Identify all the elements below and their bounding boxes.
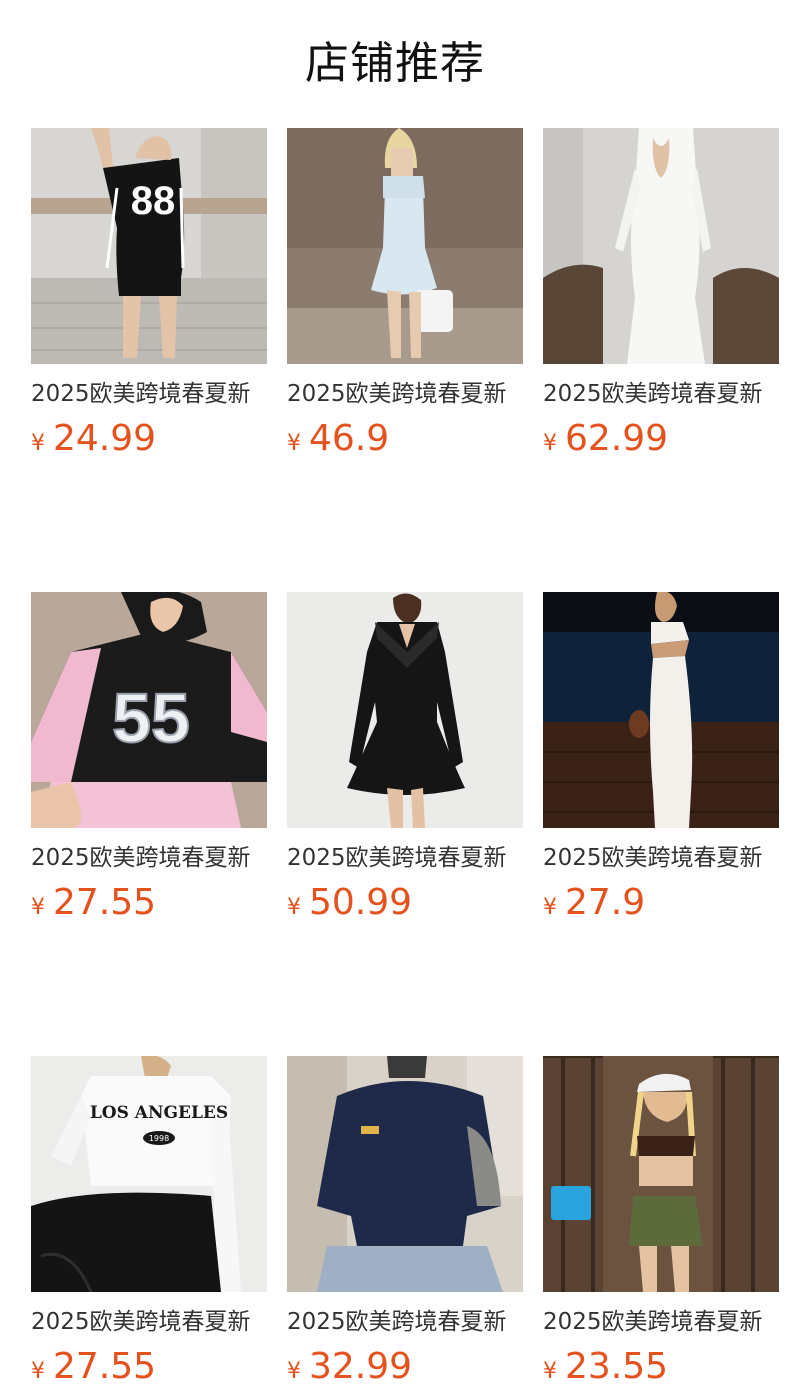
product-title[interactable]: 2025欧美跨境春夏新 xyxy=(287,842,523,874)
currency-symbol: ¥ xyxy=(287,431,301,456)
currency-symbol: ¥ xyxy=(543,431,557,456)
product-image[interactable]: LOS ANGELES 1998 xyxy=(31,1056,267,1292)
jersey-number-text: 88 xyxy=(131,179,176,223)
product-title[interactable]: 2025欧美跨境春夏新 xyxy=(31,842,267,874)
currency-symbol: ¥ xyxy=(543,1359,557,1384)
price-value: 32.99 xyxy=(309,1346,413,1387)
product-title[interactable]: 2025欧美跨境春夏新 xyxy=(287,378,523,410)
product-price: ¥27.9 xyxy=(543,882,779,924)
product-image[interactable] xyxy=(287,128,523,364)
price-value: 24.99 xyxy=(53,418,157,459)
currency-symbol: ¥ xyxy=(287,1359,301,1384)
product-price: ¥32.99 xyxy=(287,1346,523,1388)
price-value: 46.9 xyxy=(309,418,390,459)
product-price: ¥27.55 xyxy=(31,882,267,924)
product-card[interactable]: 2025欧美跨境春夏新 ¥23.55 xyxy=(543,1056,779,1388)
product-image[interactable] xyxy=(287,1056,523,1292)
product-price: ¥24.99 xyxy=(31,418,267,460)
shirt-print-year: 1998 xyxy=(149,1134,169,1143)
product-title[interactable]: 2025欧美跨境春夏新 xyxy=(543,378,779,410)
product-card[interactable]: 55 2025欧美跨境春夏新 ¥27.55 xyxy=(31,592,267,924)
jersey-number-text: 55 xyxy=(112,679,190,757)
product-image[interactable] xyxy=(543,128,779,364)
recommended-products-grid: 88 2025欧美跨境春夏新 ¥24.99 2025欧美跨境春夏新 ¥ 46.9… xyxy=(31,128,779,1388)
price-value: 27.55 xyxy=(53,882,157,923)
product-image[interactable]: 55 xyxy=(31,592,267,828)
product-card[interactable]: 2025欧美跨境春夏新 ¥27.9 xyxy=(543,592,779,924)
product-card[interactable]: 2025欧美跨境春夏新 ¥62.99 xyxy=(543,128,779,460)
product-card[interactable]: 2025欧美跨境春夏新 ¥46.9 xyxy=(287,128,523,460)
product-image[interactable] xyxy=(543,1056,779,1292)
currency-symbol: ¥ xyxy=(31,431,45,456)
product-image[interactable] xyxy=(543,592,779,828)
product-price: ¥27.55 xyxy=(31,1346,267,1388)
currency-symbol: ¥ xyxy=(543,895,557,920)
price-value: 50.99 xyxy=(309,882,413,923)
product-title[interactable]: 2025欧美跨境春夏新 xyxy=(543,842,779,874)
product-title[interactable]: 2025欧美跨境春夏新 xyxy=(31,1306,267,1338)
price-value: 62.99 xyxy=(565,418,669,459)
page-title: 店铺推荐 xyxy=(305,38,485,89)
product-title[interactable]: 2025欧美跨境春夏新 xyxy=(31,378,267,410)
product-card[interactable]: 88 2025欧美跨境春夏新 ¥24.99 xyxy=(31,128,267,460)
price-value: 23.55 xyxy=(565,1346,669,1387)
product-card[interactable]: 2025欧美跨境春夏新 ¥32.99 xyxy=(287,1056,523,1388)
currency-symbol: ¥ xyxy=(31,1359,45,1384)
product-price: ¥23.55 xyxy=(543,1346,779,1388)
product-price: ¥62.99 xyxy=(543,418,779,460)
product-title[interactable]: 2025欧美跨境春夏新 xyxy=(543,1306,779,1338)
currency-symbol: ¥ xyxy=(287,895,301,920)
product-title[interactable]: 2025欧美跨境春夏新 xyxy=(287,1306,523,1338)
price-value: 27.55 xyxy=(53,1346,157,1387)
price-value: 27.9 xyxy=(565,882,646,923)
shirt-print-text: LOS ANGELES xyxy=(90,1103,228,1123)
product-price: ¥46.9 xyxy=(287,418,523,460)
product-image[interactable]: 88 xyxy=(31,128,267,364)
product-card[interactable]: 2025欧美跨境春夏新 ¥50.99 xyxy=(287,592,523,924)
currency-symbol: ¥ xyxy=(31,895,45,920)
product-image[interactable] xyxy=(287,592,523,828)
product-price: ¥50.99 xyxy=(287,882,523,924)
product-card[interactable]: LOS ANGELES 1998 2025欧美跨境春夏新 ¥27.55 xyxy=(31,1056,267,1388)
